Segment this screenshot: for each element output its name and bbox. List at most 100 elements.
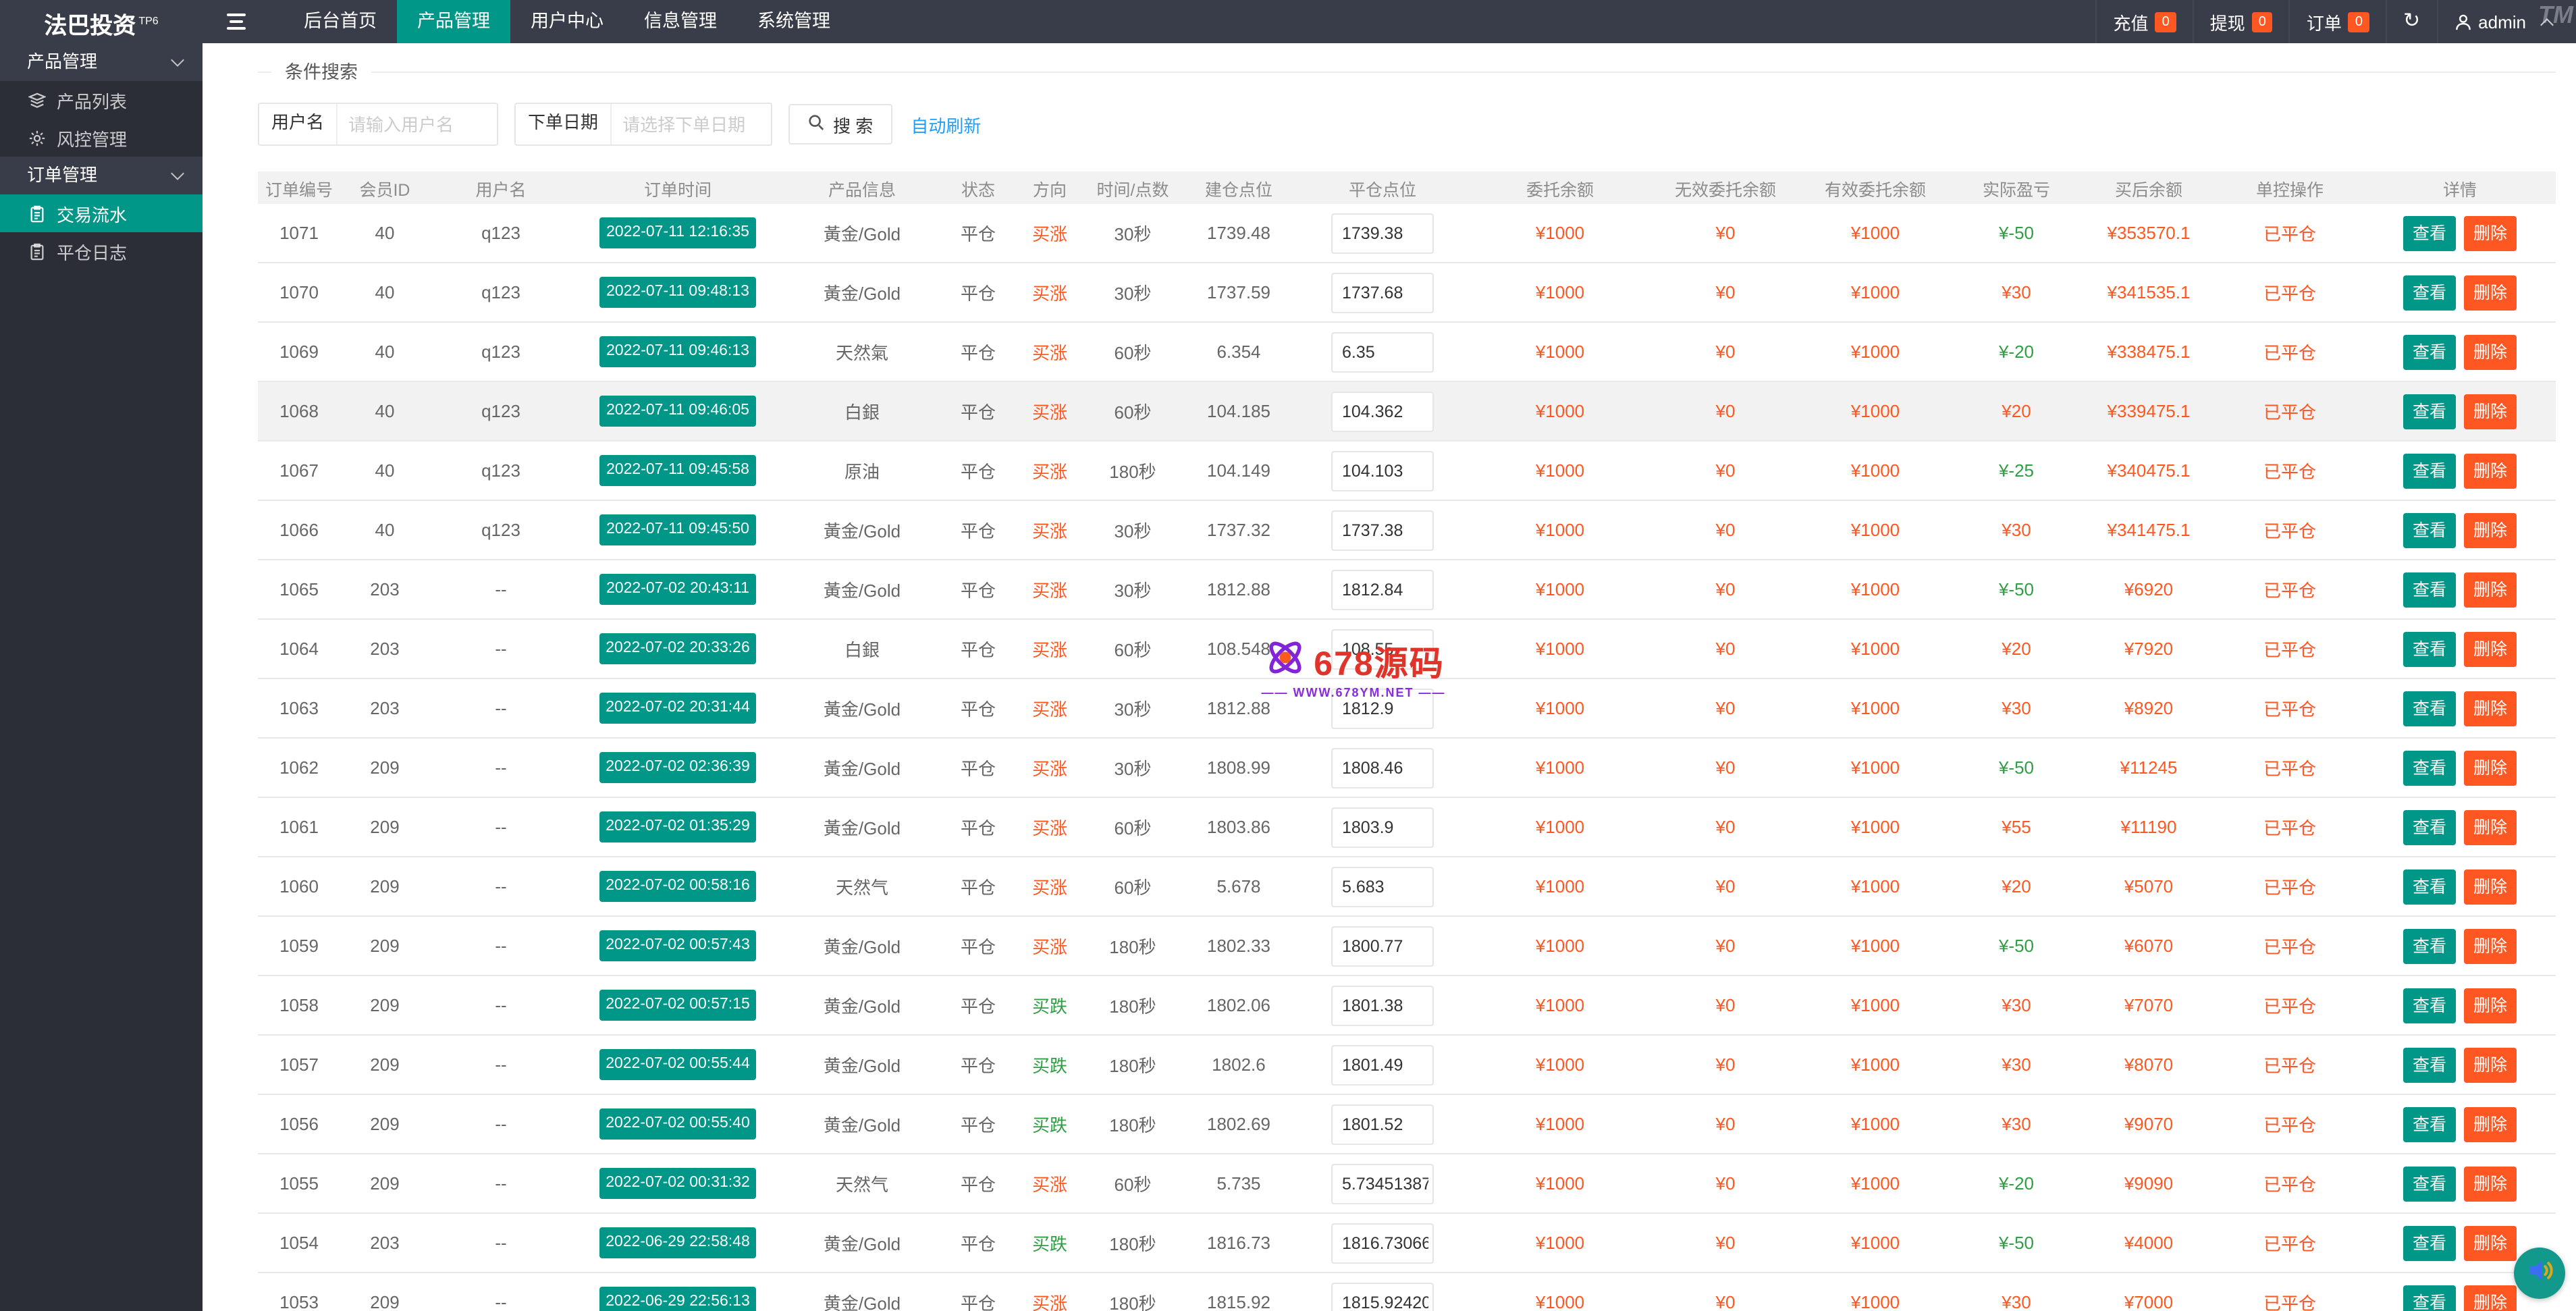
top-menu-item-home[interactable]: 后台首页 [284,0,397,43]
view-button[interactable]: 查看 [2403,572,2456,607]
close-point-input[interactable] [1331,391,1434,431]
view-button[interactable]: 查看 [2403,215,2456,250]
order-time-button[interactable]: 2022-07-11 09:48:13 [599,277,756,308]
top-menu-item-system[interactable]: 系统管理 [737,0,851,43]
close-point-input[interactable] [1331,866,1434,907]
order-time-button[interactable]: 2022-07-02 00:55:40 [599,1108,757,1140]
view-button[interactable]: 查看 [2403,453,2456,488]
delete-button[interactable]: 删除 [2464,394,2517,429]
view-button[interactable]: 查看 [2403,1285,2456,1311]
recharge-menu-item[interactable]: 充值 0 [2096,0,2193,43]
delete-button[interactable]: 删除 [2464,691,2517,726]
cell-product: 天然氣 [783,322,941,381]
cell-member-id: 40 [340,263,429,322]
search-button[interactable]: 搜 索 [788,104,892,144]
close-point-input[interactable] [1331,1044,1434,1085]
close-point-input[interactable] [1331,628,1434,669]
close-point-input[interactable] [1331,1104,1434,1144]
delete-button[interactable]: 删除 [2464,512,2517,547]
close-point-input[interactable] [1331,272,1434,313]
order-time-button[interactable]: 2022-07-11 09:46:05 [599,396,756,427]
view-button[interactable]: 查看 [2403,394,2456,429]
delete-button[interactable]: 删除 [2464,1106,2517,1142]
delete-button[interactable]: 删除 [2464,1225,2517,1260]
sidebar-item-risk-control[interactable]: 风控管理 [0,119,203,157]
close-point-input[interactable] [1331,450,1434,491]
view-button[interactable]: 查看 [2403,691,2456,726]
close-point-input[interactable] [1331,1163,1434,1204]
view-button[interactable]: 查看 [2403,1106,2456,1142]
orders-menu-item[interactable]: 订单 0 [2289,0,2386,43]
delete-button[interactable]: 删除 [2464,572,2517,607]
view-button[interactable]: 查看 [2403,512,2456,547]
close-point-input[interactable] [1331,985,1434,1025]
top-menu-item-info[interactable]: 信息管理 [624,0,737,43]
order-time-button[interactable]: 2022-07-02 20:31:44 [599,693,757,724]
delete-button[interactable]: 删除 [2464,809,2517,845]
order-time-button[interactable]: 2022-07-02 00:31:32 [599,1168,757,1199]
sidebar-group-products[interactable]: 产品管理 [0,43,203,81]
refresh-button[interactable]: ↻ [2386,0,2436,43]
close-point-input[interactable] [1331,1223,1434,1263]
withdraw-menu-item[interactable]: 提现 0 [2193,0,2289,43]
order-time-button[interactable]: 2022-07-02 00:57:15 [599,990,757,1021]
auto-refresh-link[interactable]: 自动刷新 [911,111,981,137]
view-button[interactable]: 查看 [2403,1225,2456,1260]
delete-button[interactable]: 删除 [2464,275,2517,310]
order-time-button[interactable]: 2022-07-11 09:45:50 [599,514,756,545]
close-point-input[interactable] [1331,213,1434,253]
delete-button[interactable]: 删除 [2464,215,2517,250]
order-time-button[interactable]: 2022-07-11 09:45:58 [599,455,756,486]
order-time-button[interactable]: 2022-06-29 22:56:13 [599,1287,757,1311]
close-point-input[interactable] [1331,331,1434,372]
order-time-button[interactable]: 2022-06-29 22:58:48 [599,1227,757,1258]
hamburger-menu-icon[interactable] [213,0,259,43]
order-date-input[interactable] [612,104,771,144]
sidebar-item-trade-flow[interactable]: 交易流水 [0,194,203,232]
top-menu-item-products[interactable]: 产品管理 [397,0,510,43]
order-time-button[interactable]: 2022-07-02 00:55:44 [599,1049,757,1080]
close-point-input[interactable] [1331,510,1434,550]
close-point-input[interactable] [1331,807,1434,847]
delete-button[interactable]: 删除 [2464,1047,2517,1082]
username-input[interactable] [338,104,497,144]
order-time-button[interactable]: 2022-07-02 20:33:26 [599,633,757,664]
order-time-button[interactable]: 2022-07-02 01:35:29 [599,811,757,842]
delete-button[interactable]: 删除 [2464,1285,2517,1311]
view-button[interactable]: 查看 [2403,1047,2456,1082]
delete-button[interactable]: 删除 [2464,869,2517,904]
user-menu[interactable]: admin TM [2436,0,2576,43]
delete-button[interactable]: 删除 [2464,334,2517,369]
view-button[interactable]: 查看 [2403,275,2456,310]
delete-button[interactable]: 删除 [2464,928,2517,963]
sidebar-item-close-log[interactable]: 平仓日志 [0,232,203,270]
close-point-input[interactable] [1331,747,1434,788]
view-button[interactable]: 查看 [2403,1166,2456,1201]
view-button[interactable]: 查看 [2403,334,2456,369]
close-point-input[interactable] [1331,688,1434,728]
view-button[interactable]: 查看 [2403,750,2456,785]
delete-button[interactable]: 删除 [2464,631,2517,666]
sidebar-item-product-list[interactable]: 产品列表 [0,81,203,119]
delete-button[interactable]: 删除 [2464,750,2517,785]
view-button[interactable]: 查看 [2403,928,2456,963]
view-button[interactable]: 查看 [2403,809,2456,845]
order-time-button[interactable]: 2022-07-02 02:36:39 [599,752,757,783]
close-point-input[interactable] [1331,569,1434,610]
sound-toggle-button[interactable] [2514,1248,2565,1299]
close-point-input[interactable] [1331,1282,1434,1311]
sidebar-group-orders[interactable]: 订单管理 [0,157,203,194]
delete-button[interactable]: 删除 [2464,988,2517,1023]
order-time-button[interactable]: 2022-07-11 12:16:35 [599,217,756,248]
order-time-button[interactable]: 2022-07-02 20:43:11 [599,574,756,605]
order-time-button[interactable]: 2022-07-02 00:58:16 [599,871,757,902]
view-button[interactable]: 查看 [2403,631,2456,666]
delete-button[interactable]: 删除 [2464,1166,2517,1201]
order-time-button[interactable]: 2022-07-02 00:57:43 [599,930,757,961]
view-button[interactable]: 查看 [2403,869,2456,904]
order-time-button[interactable]: 2022-07-11 09:46:13 [599,336,756,367]
view-button[interactable]: 查看 [2403,988,2456,1023]
top-menu-item-users[interactable]: 用户中心 [510,0,624,43]
close-point-input[interactable] [1331,926,1434,966]
delete-button[interactable]: 删除 [2464,453,2517,488]
